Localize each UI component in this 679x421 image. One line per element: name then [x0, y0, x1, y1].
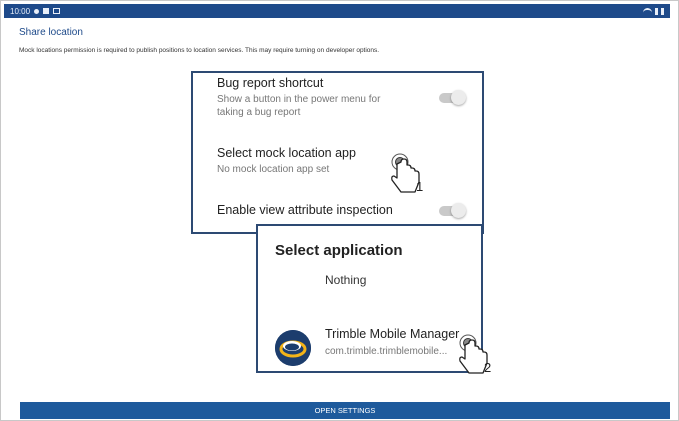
mock-location-title: Select mock location app [217, 146, 356, 160]
developer-options-panel: Bug report shortcut Show a button in the… [191, 71, 484, 234]
view-attribute-toggle[interactable] [439, 203, 466, 218]
status-time: 10:00 [10, 6, 31, 16]
screenshot-icon [53, 8, 61, 14]
select-application-dialog: Select application Nothing Trimble Mobil… [256, 224, 483, 373]
bug-report-subtitle-1: Show a button in the power menu for [217, 94, 381, 105]
app-option-name[interactable]: Trimble Mobile Manager [325, 327, 459, 341]
signal-icon [655, 7, 658, 15]
tap-pointer-2-icon: 2 [457, 333, 503, 385]
bug-report-subtitle-2: taking a bug report [217, 107, 301, 118]
status-bar: 10:00 [4, 4, 670, 18]
dialog-title: Select application [275, 242, 403, 259]
battery-icon [661, 7, 664, 15]
nothing-option[interactable]: Nothing [325, 273, 366, 287]
mock-location-subtitle: No mock location app set [217, 164, 330, 175]
wifi-icon [643, 8, 652, 14]
view-attribute-title: Enable view attribute inspection [217, 203, 393, 217]
step-1-label: 1 [416, 179, 423, 194]
bug-report-title: Bug report shortcut [217, 76, 324, 90]
circle-dot-icon [34, 8, 40, 14]
tap-pointer-1-icon: 1 [389, 152, 435, 204]
step-2-label: 2 [484, 360, 491, 375]
bug-report-toggle[interactable] [439, 90, 466, 105]
open-settings-button[interactable]: OPEN SETTINGS [20, 402, 670, 419]
view-attribute-setting[interactable]: Enable view attribute inspection [217, 203, 393, 217]
page-title: Share location [19, 27, 83, 38]
mock-location-setting[interactable]: Select mock location app No mock locatio… [217, 146, 356, 176]
app-option-package: com.trimble.trimblemobile... [325, 346, 448, 357]
bug-report-setting[interactable]: Bug report shortcut Show a button in the… [217, 76, 380, 119]
page-description: Mock locations permission is required to… [19, 47, 380, 54]
trimble-app-icon [275, 330, 311, 366]
square-icon [43, 8, 50, 14]
